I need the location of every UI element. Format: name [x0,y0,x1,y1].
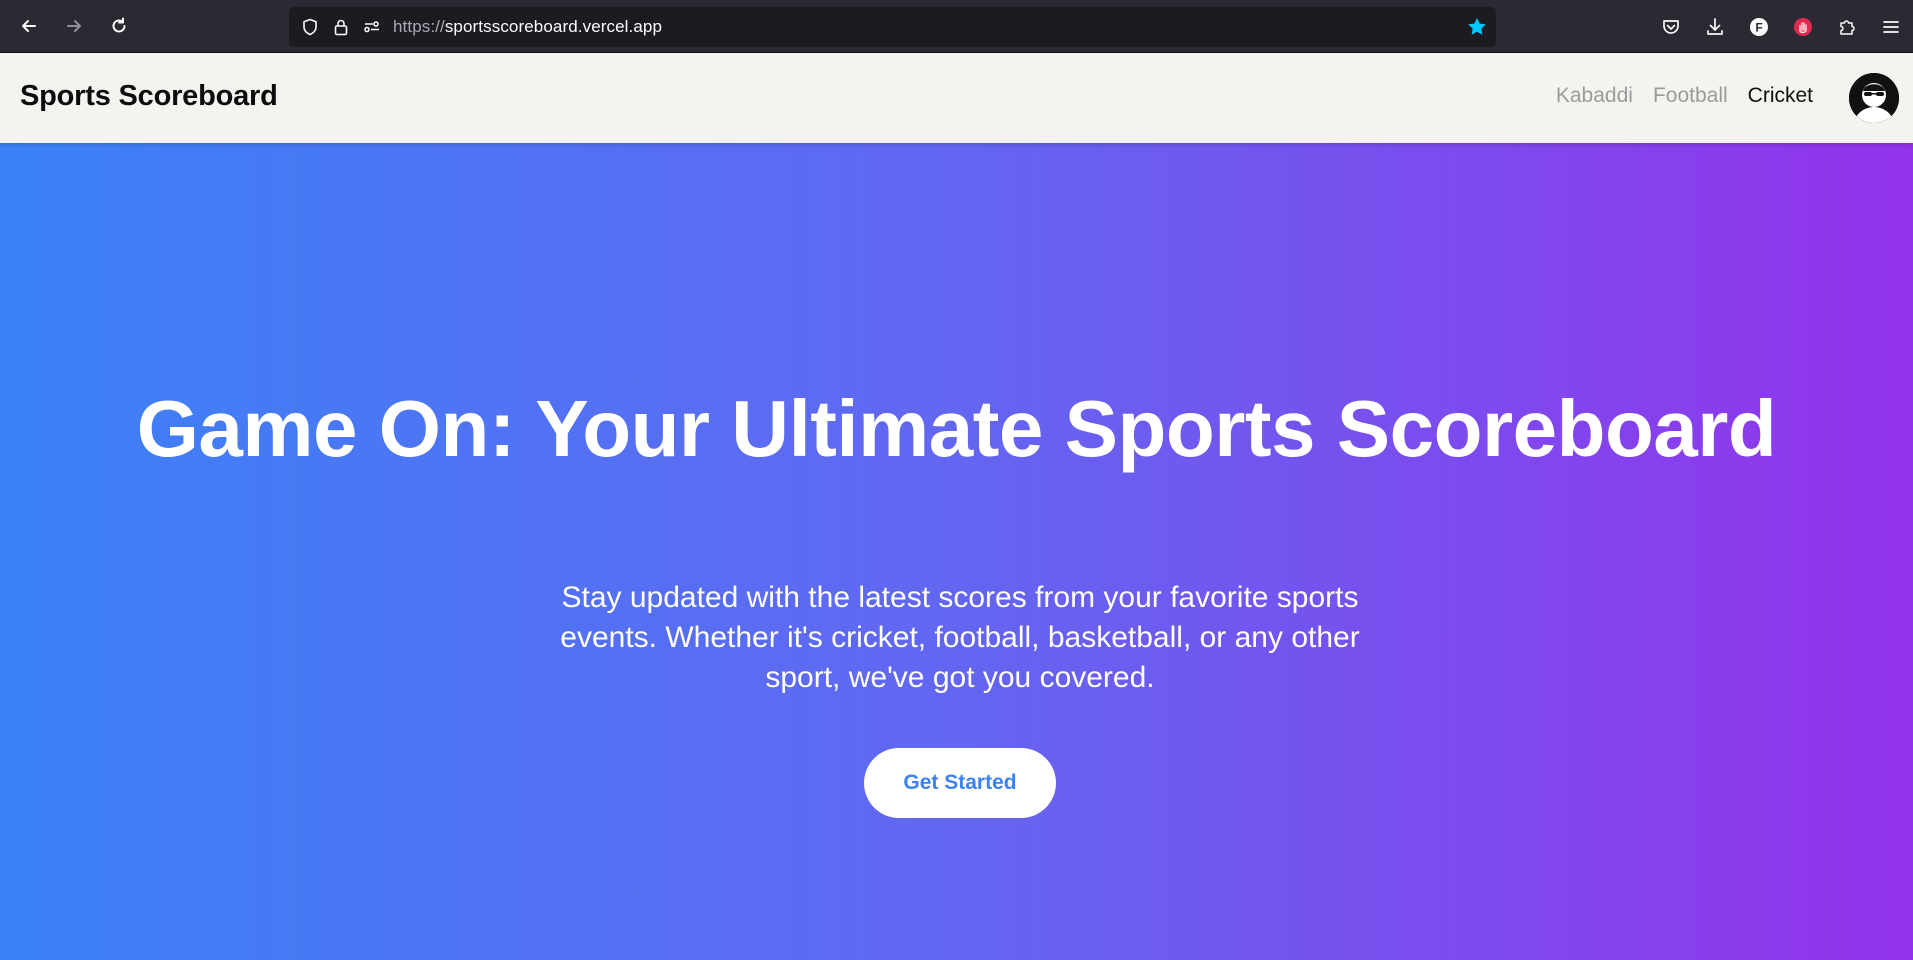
hero-title: Game On: Your Ultimate Sports Scoreboard [136,384,1777,473]
toolbar-right: F [1649,0,1913,53]
nav-link-kabaddi[interactable]: Kabaddi [1556,84,1633,108]
url-scheme: https:// [393,17,445,36]
permissions-icon[interactable] [361,16,383,38]
extensions-puzzle-icon [1840,19,1855,35]
nav-link-football[interactable]: Football [1653,84,1728,108]
reload-icon [112,17,126,33]
account-letter: F [1755,20,1762,34]
site-header: Sports Scoreboard Kabaddi Football Crick… [0,53,1913,143]
shield-icon[interactable] [299,16,321,38]
app-menu-button[interactable] [1869,0,1913,53]
bookmark-star-icon[interactable] [1466,16,1488,38]
extension-hand-icon [1794,17,1812,36]
downloads-button[interactable] [1693,0,1737,53]
site-nav: Kabaddi Football Cricket [1556,84,1813,108]
lock-icon[interactable] [330,16,352,38]
url-host: sportsscoreboard.vercel.app [444,17,663,36]
browser-toolbar: https://sportsscoreboard.vercel.app F [0,0,1913,53]
download-icon [1707,17,1723,35]
pocket-button[interactable] [1649,0,1693,53]
url-text[interactable]: https://sportsscoreboard.vercel.app [393,17,662,37]
hero-subtitle: Stay updated with the latest scores from… [560,581,1360,694]
brand-title[interactable]: Sports Scoreboard [20,80,278,113]
url-bar[interactable]: https://sportsscoreboard.vercel.app [289,7,1496,47]
pocket-icon [1663,19,1679,34]
account-button[interactable]: F [1737,0,1781,53]
menu-icon [1883,20,1899,33]
hero-section: Game On: Your Ultimate Sports Scoreboard… [0,143,1913,960]
extensions-button[interactable] [1825,0,1869,53]
user-avatar-icon [1849,73,1899,123]
nav-link-cricket[interactable]: Cricket [1748,84,1813,108]
forward-button[interactable] [58,10,90,42]
back-button[interactable] [13,10,45,42]
extension-hand-button[interactable] [1781,0,1825,53]
get-started-button[interactable]: Get Started [864,748,1056,818]
avatar[interactable] [1849,73,1899,123]
forward-arrow-icon [67,20,81,32]
reload-button[interactable] [103,10,135,42]
back-arrow-icon [22,20,36,32]
account-icon: F [1750,17,1768,36]
